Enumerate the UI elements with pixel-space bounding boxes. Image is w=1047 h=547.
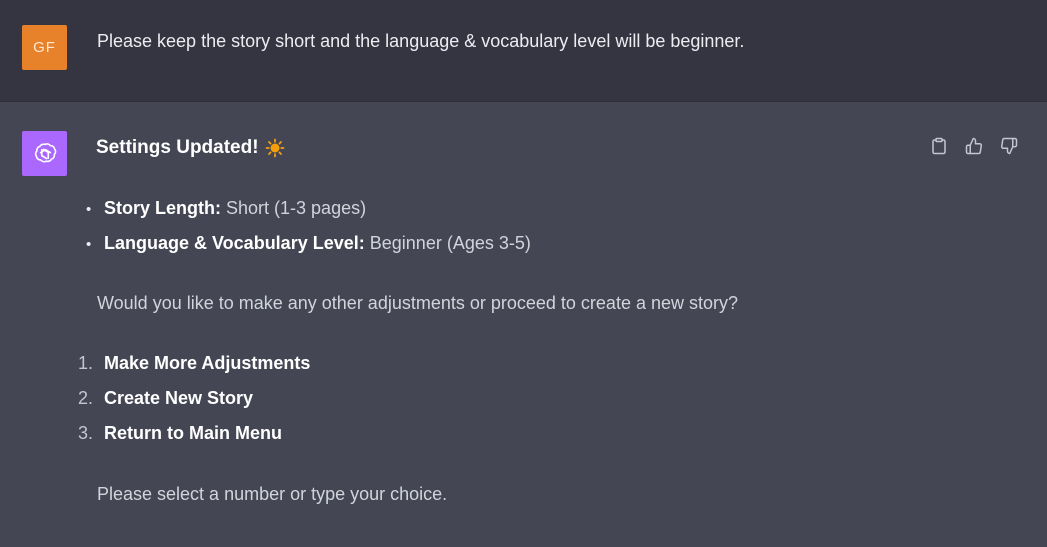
response-heading: Settings Updated! xyxy=(96,137,285,159)
question-text: Would you like to make any other adjustm… xyxy=(97,293,739,313)
assistant-message-row xyxy=(0,102,1047,547)
list-item: • Language & Vocabulary Level: Beginner … xyxy=(86,233,531,254)
option-label: Make More Adjustments xyxy=(104,353,311,373)
option-label: Return to Main Menu xyxy=(104,423,282,443)
bullet-value: Short (1-3 pages) xyxy=(226,198,367,218)
closing-text: Please select a number or type your choi… xyxy=(97,484,448,504)
option-item: 1. Make More Adjustments xyxy=(78,353,310,374)
option-item: 3. Return to Main Menu xyxy=(78,423,282,444)
message-actions xyxy=(928,135,1019,156)
option-item: 2. Create New Story xyxy=(78,388,253,409)
sun-icon xyxy=(265,138,284,158)
clipboard-icon xyxy=(931,137,946,154)
thumbs-down-button[interactable] xyxy=(998,135,1019,156)
bullet-label: Language & Vocabulary Level: xyxy=(104,233,365,253)
user-message-row: GF Please keep the story short and the l… xyxy=(0,0,1047,102)
option-number: 2. xyxy=(78,388,94,408)
list-item: • Story Length: Short (1-3 pages) xyxy=(86,198,366,219)
user-message-text: Please keep the story short and the lang… xyxy=(97,31,745,51)
bullet-icon: • xyxy=(86,201,92,218)
option-number: 1. xyxy=(78,353,94,373)
thumbs-down-icon xyxy=(1000,137,1017,154)
thumbs-up-icon xyxy=(965,137,982,154)
option-number: 3. xyxy=(78,423,94,443)
copy-button[interactable] xyxy=(928,135,949,156)
bullet-icon: • xyxy=(86,236,92,253)
bullet-value: Beginner (Ages 3-5) xyxy=(369,233,531,253)
bullet-label: Story Length: xyxy=(104,198,221,218)
openai-logo-icon xyxy=(34,142,56,163)
heading-text: Settings Updated! xyxy=(96,137,259,158)
user-initials: GF xyxy=(33,39,56,56)
thumbs-up-button[interactable] xyxy=(963,135,984,156)
option-label: Create New Story xyxy=(104,388,254,408)
user-avatar: GF xyxy=(22,25,67,70)
assistant-avatar xyxy=(22,131,67,176)
